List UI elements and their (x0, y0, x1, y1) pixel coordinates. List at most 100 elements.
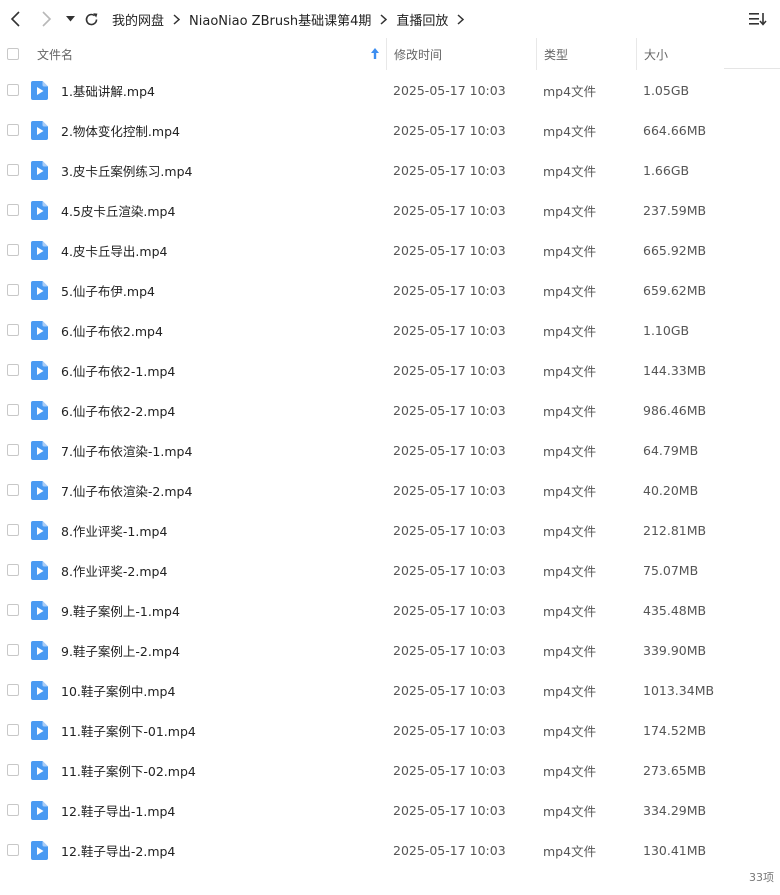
file-checkbox[interactable] (7, 484, 19, 496)
file-checkbox-cell[interactable] (7, 550, 21, 590)
file-checkbox[interactable] (7, 84, 19, 96)
file-type: mp4文件 (543, 523, 597, 539)
file-icon-cell (31, 590, 51, 630)
file-checkbox[interactable] (7, 404, 19, 416)
file-checkbox-cell[interactable] (7, 150, 21, 190)
file-checkbox-cell[interactable] (7, 630, 21, 670)
sort-ascending-icon[interactable] (370, 47, 380, 61)
file-checkbox[interactable] (7, 284, 19, 296)
file-name: 6.仙子布依2-1.mp4 (61, 363, 176, 379)
breadcrumb-item-replay-folder[interactable]: 直播回放 (394, 10, 450, 29)
file-row[interactable]: 9.鞋子案例上-1.mp4 2025-05-17 10:03 mp4文件 435.48… (0, 590, 780, 630)
file-checkbox[interactable] (7, 564, 19, 576)
file-row[interactable]: 12.鞋子导出-1.mp4 2025-05-17 10:03 mp4文件 334.29… (0, 790, 780, 830)
file-checkbox[interactable] (7, 804, 19, 816)
file-checkbox-cell[interactable] (7, 230, 21, 270)
file-row[interactable]: 11.鞋子案例下-02.mp4 2025-05-17 10:03 mp4文件 273.… (0, 750, 780, 790)
file-row[interactable]: 7.仙子布依渲染-2.mp4 2025-05-17 10:03 mp4文件 40.20… (0, 470, 780, 510)
back-button[interactable] (4, 6, 28, 32)
file-checkbox[interactable] (7, 444, 19, 456)
file-type: mp4文件 (543, 723, 597, 739)
file-row[interactable]: 3.皮卡丘案例练习.mp4 2025-05-17 10:03 mp4文件 1.66GB (0, 150, 780, 190)
file-checkbox-cell[interactable] (7, 70, 21, 110)
file-size: 75.07MB (643, 562, 699, 578)
file-type: mp4文件 (543, 403, 597, 419)
file-checkbox[interactable] (7, 164, 19, 176)
column-header-size[interactable]: 大小 (636, 38, 724, 70)
file-icon-cell (31, 70, 51, 110)
header-divider (724, 68, 780, 69)
file-row[interactable]: 6.仙子布依2-1.mp4 2025-05-17 10:03 mp4文件 144.33… (0, 350, 780, 390)
file-row[interactable]: 9.鞋子案例上-2.mp4 2025-05-17 10:03 mp4文件 339.90… (0, 630, 780, 670)
file-checkbox-cell[interactable] (7, 350, 21, 390)
column-header-name[interactable]: 文件名 (37, 38, 383, 70)
file-checkbox-cell[interactable] (7, 750, 21, 790)
file-checkbox[interactable] (7, 364, 19, 376)
file-row[interactable]: 1.基础讲解.mp4 2025-05-17 10:03 mp4文件 1.05GB (0, 70, 780, 110)
select-all-checkbox-cell[interactable] (7, 38, 23, 70)
breadcrumb-item-my-drive[interactable]: 我的网盘 (110, 10, 166, 29)
file-row[interactable]: 6.仙子布依2-2.mp4 2025-05-17 10:03 mp4文件 986.46… (0, 390, 780, 430)
file-row[interactable]: 2.物体变化控制.mp4 2025-05-17 10:03 mp4文件 664.66M… (0, 110, 780, 150)
file-icon-cell (31, 150, 51, 190)
column-header-date[interactable]: 修改时间 (386, 38, 534, 70)
file-checkbox-cell[interactable] (7, 310, 21, 350)
file-size: 64.79MB (643, 442, 699, 458)
file-row[interactable]: 8.作业评奖-1.mp4 2025-05-17 10:03 mp4文件 212.81M… (0, 510, 780, 550)
file-modified-date: 2025-05-17 10:03 (393, 162, 506, 178)
file-type: mp4文件 (543, 283, 597, 299)
file-checkbox-cell[interactable] (7, 430, 21, 470)
file-checkbox-cell[interactable] (7, 190, 21, 230)
select-all-checkbox[interactable] (7, 48, 19, 60)
file-row[interactable]: 11.鞋子案例下-01.mp4 2025-05-17 10:03 mp4文件 174.… (0, 710, 780, 750)
file-checkbox-cell[interactable] (7, 470, 21, 510)
file-row[interactable]: 5.仙子布伊.mp4 2025-05-17 10:03 mp4文件 659.62MB (0, 270, 780, 310)
file-checkbox[interactable] (7, 684, 19, 696)
file-type: mp4文件 (543, 563, 597, 579)
refresh-button[interactable] (80, 6, 102, 32)
file-modified-date: 2025-05-17 10:03 (393, 402, 506, 418)
file-row[interactable]: 8.作业评奖-2.mp4 2025-05-17 10:03 mp4文件 75.07MB (0, 550, 780, 590)
video-file-icon (31, 800, 48, 820)
file-type: mp4文件 (543, 483, 597, 499)
file-checkbox[interactable] (7, 724, 19, 736)
file-checkbox-cell[interactable] (7, 110, 21, 150)
file-checkbox[interactable] (7, 244, 19, 256)
breadcrumb-separator-icon[interactable] (450, 13, 471, 25)
breadcrumb: 我的网盘 NiaoNiao ZBrush基础课第4期 直播回放 (110, 0, 471, 38)
view-mode-button[interactable] (746, 8, 770, 30)
file-row[interactable]: 6.仙子布依2.mp4 2025-05-17 10:03 mp4文件 1.10GB (0, 310, 780, 350)
file-modified-date: 2025-05-17 10:03 (393, 682, 506, 698)
file-checkbox-cell[interactable] (7, 390, 21, 430)
column-header-type[interactable]: 类型 (536, 38, 634, 70)
file-name: 11.鞋子案例下-01.mp4 (61, 723, 196, 739)
file-size: 237.59MB (643, 202, 707, 218)
file-checkbox[interactable] (7, 524, 19, 536)
file-icon-cell (31, 470, 51, 510)
file-checkbox[interactable] (7, 124, 19, 136)
file-checkbox-cell[interactable] (7, 670, 21, 710)
chevron-left-icon (10, 11, 20, 27)
file-checkbox-cell[interactable] (7, 590, 21, 630)
file-size: 1013.34MB (643, 682, 715, 698)
file-checkbox-cell[interactable] (7, 270, 21, 310)
breadcrumb-item-course-folder[interactable]: NiaoNiao ZBrush基础课第4期 (187, 10, 373, 29)
file-checkbox[interactable] (7, 604, 19, 616)
file-type: mp4文件 (543, 83, 597, 99)
forward-button[interactable] (34, 6, 58, 32)
file-checkbox-cell[interactable] (7, 790, 21, 830)
file-checkbox[interactable] (7, 844, 19, 856)
file-checkbox-cell[interactable] (7, 710, 21, 750)
file-checkbox[interactable] (7, 764, 19, 776)
file-row[interactable]: 4.皮卡丘导出.mp4 2025-05-17 10:03 mp4文件 665.92MB (0, 230, 780, 270)
file-type: mp4文件 (543, 243, 597, 259)
file-checkbox-cell[interactable] (7, 510, 21, 550)
file-checkbox[interactable] (7, 204, 19, 216)
file-row[interactable]: 7.仙子布依渲染-1.mp4 2025-05-17 10:03 mp4文件 64.79… (0, 430, 780, 470)
file-checkbox[interactable] (7, 324, 19, 336)
file-row[interactable]: 4.5皮卡丘渲染.mp4 2025-05-17 10:03 mp4文件 237.59M… (0, 190, 780, 230)
file-checkbox[interactable] (7, 644, 19, 656)
history-dropdown-button[interactable] (62, 6, 78, 32)
file-name: 10.鞋子案例中.mp4 (61, 683, 176, 699)
file-row[interactable]: 10.鞋子案例中.mp4 2025-05-17 10:03 mp4文件 1013.34… (0, 670, 780, 710)
